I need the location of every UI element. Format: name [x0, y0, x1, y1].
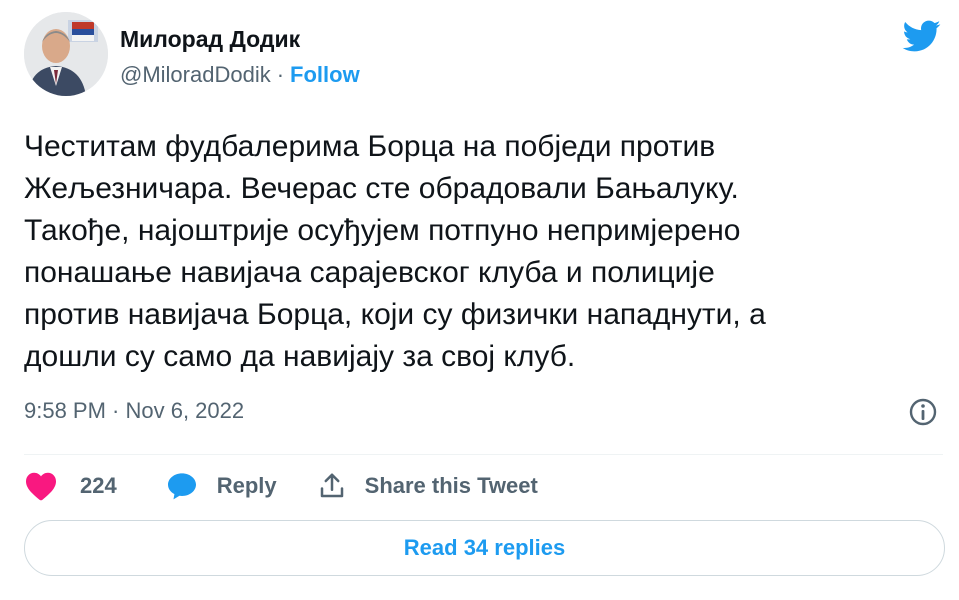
tweet-text-line: Честитам фудбалерима Борца на побједи пр…	[24, 130, 716, 163]
tweet-text-line: против навијача Борца, који су физички н…	[24, 298, 766, 331]
like-button[interactable]: 224	[24, 471, 117, 501]
tweet-text-line: Жељезничара. Вечерас сте обрадовали Бања…	[24, 172, 739, 205]
reply-button[interactable]: Reply	[165, 470, 277, 502]
info-icon[interactable]	[907, 396, 939, 428]
author-display-name[interactable]: Милорад Додик	[120, 26, 300, 53]
like-count: 224	[80, 473, 117, 498]
author-handle[interactable]: @MiloradDodik	[120, 62, 271, 87]
read-replies-button[interactable]: Read 34 replies	[24, 520, 945, 576]
tweet-actions: 224 Reply Share this Tweet	[24, 466, 538, 506]
reply-label: Reply	[216, 473, 277, 498]
tweet-text-line: дошли су само да навијају за свој клуб.	[24, 340, 576, 373]
tweet-timestamp[interactable]: 9:58 PM · Nov 6, 2022	[24, 398, 244, 424]
tweet-text: Честитам фудбалерима Борца на побједи пр…	[24, 126, 924, 378]
heart-icon	[26, 472, 56, 501]
follow-link[interactable]: Follow	[290, 62, 360, 87]
share-icon	[320, 473, 343, 498]
action-divider	[24, 454, 943, 455]
share-button[interactable]: Share this Tweet	[317, 471, 538, 501]
tweet-text-line: Такође, најоштрије осуђујем потпуно непр…	[24, 214, 741, 247]
tweet-text-line: понашање навијача сарајевског клуба и по…	[24, 256, 715, 289]
handle-separator: ·	[276, 62, 285, 87]
twitter-bird-icon[interactable]	[899, 16, 943, 56]
reply-bubble-icon	[167, 473, 196, 500]
share-label: Share this Tweet	[364, 473, 538, 498]
author-handle-row: @MiloradDodik · Follow	[120, 62, 360, 88]
author-avatar[interactable]	[24, 12, 108, 96]
